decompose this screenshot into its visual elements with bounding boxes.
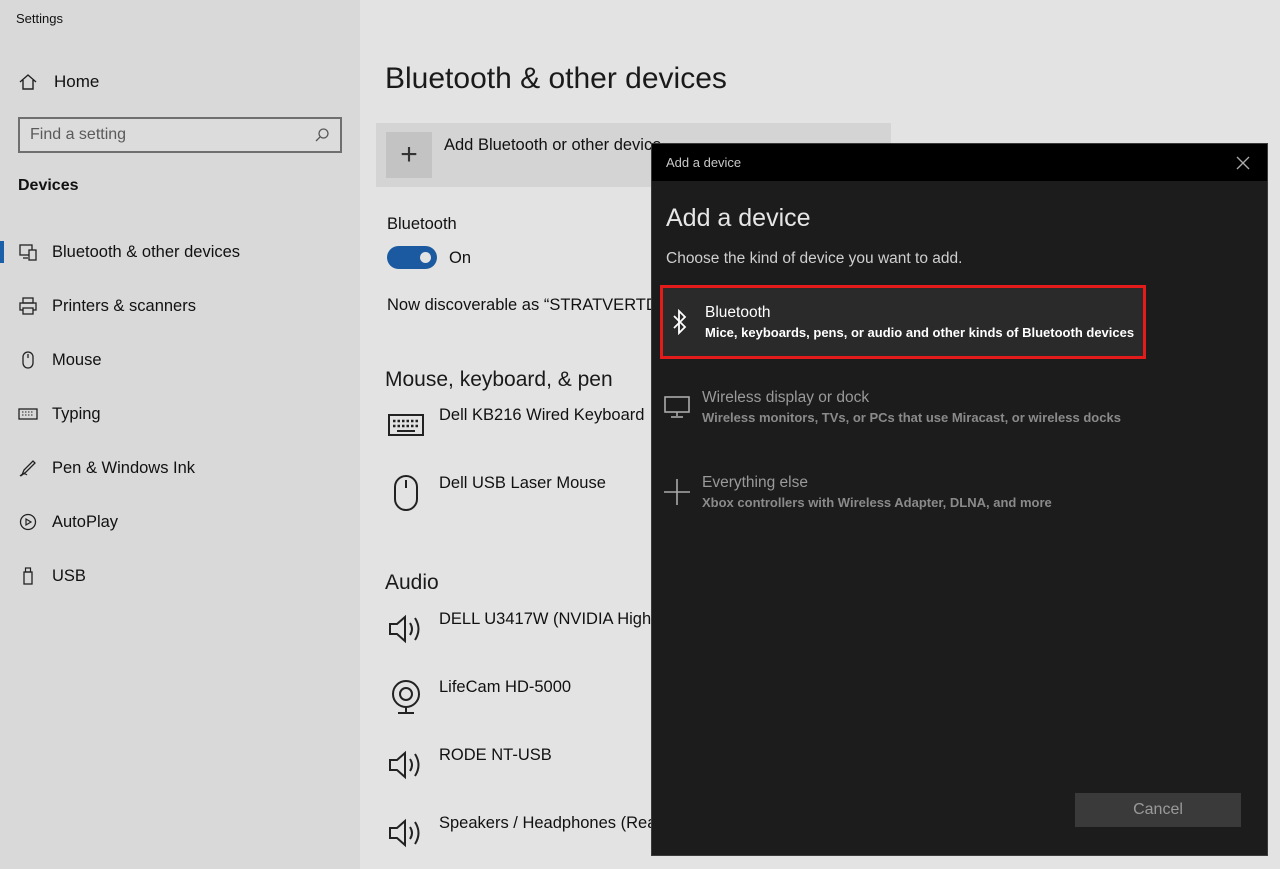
add-device-label: Add Bluetooth or other device: [444, 135, 662, 154]
bluetooth-toggle[interactable]: [387, 246, 437, 269]
section-label: Devices: [18, 177, 79, 194]
cancel-button[interactable]: Cancel: [1075, 793, 1241, 827]
sidebar-item-label: Typing: [52, 404, 101, 423]
dialog-subtitle: Choose the kind of device you want to ad…: [666, 250, 963, 267]
section-title-input: Mouse, keyboard, & pen: [385, 368, 613, 391]
dialog-titlebar: Add a device: [652, 144, 1267, 181]
bluetooth-devices-icon: [18, 242, 38, 262]
mouse-icon: [387, 474, 425, 512]
bluetooth-label: Bluetooth: [387, 215, 457, 233]
device-name: Speakers / Headphones (Rea: [439, 814, 657, 832]
close-icon[interactable]: [1233, 153, 1253, 173]
speaker-icon: [387, 610, 425, 648]
usb-icon: [18, 566, 38, 586]
device-name: LifeCam HD-5000: [439, 678, 572, 696]
home-icon: [19, 74, 37, 90]
sidebar-item-typing[interactable]: Typing: [0, 394, 360, 434]
printer-icon: [18, 296, 38, 316]
option-everything-else[interactable]: Everything else Xbox controllers with Wi…: [660, 455, 1146, 529]
option-name: Bluetooth: [705, 304, 771, 321]
device-item[interactable]: Dell KB216 Wired Keyboard: [387, 406, 644, 444]
keyboard-icon: [387, 406, 425, 444]
sidebar-item-autoplay[interactable]: AutoPlay: [0, 502, 360, 542]
sidebar-item-home[interactable]: Home: [18, 70, 99, 94]
toggle-state: On: [449, 249, 472, 267]
plus-icon: +: [386, 132, 432, 178]
section-title-audio: Audio: [385, 571, 439, 594]
sidebar-item-label: Mouse: [52, 350, 102, 369]
sidebar-item-bluetooth[interactable]: Bluetooth & other devices: [0, 232, 360, 272]
webcam-icon: [387, 678, 425, 716]
option-wireless-display[interactable]: Wireless display or dock Wireless monito…: [660, 370, 1146, 444]
device-item[interactable]: DELL U3417W (NVIDIA High: [387, 610, 651, 648]
search-input[interactable]: [30, 126, 314, 144]
sidebar-item-label: Bluetooth & other devices: [52, 242, 241, 261]
speaker-icon: [387, 814, 425, 852]
keyboard-icon: [18, 404, 38, 424]
dialog-titlebar-text: Add a device: [666, 155, 742, 170]
option-name: Wireless display or dock: [702, 389, 870, 406]
add-device-dialog: Add a device Add a device Choose the kin…: [651, 143, 1268, 856]
option-description: Xbox controllers with Wireless Adapter, …: [702, 495, 1052, 510]
device-name: DELL U3417W (NVIDIA High: [439, 610, 652, 628]
mouse-icon: [18, 350, 38, 370]
device-item[interactable]: Dell USB Laser Mouse: [387, 474, 606, 512]
speaker-icon: [387, 746, 425, 784]
dialog-heading: Add a device: [666, 204, 811, 232]
window-title: Settings: [16, 11, 63, 26]
sidebar-item-mouse[interactable]: Mouse: [0, 340, 360, 380]
discoverable-text: Now discoverable as “STRATVERTDE: [387, 296, 669, 314]
search-icon: [315, 128, 329, 142]
pen-icon: [18, 458, 38, 478]
bluetooth-icon: [663, 309, 697, 335]
search-box[interactable]: [18, 117, 342, 153]
sidebar-item-label: Home: [54, 72, 100, 91]
option-name: Everything else: [702, 474, 808, 491]
plus-icon: [660, 478, 694, 506]
device-name: Dell KB216 Wired Keyboard: [439, 406, 645, 424]
sidebar-item-printers[interactable]: Printers & scanners: [0, 286, 360, 326]
option-description: Mice, keyboards, pens, or audio and othe…: [705, 325, 1135, 340]
sidebar-item-pen[interactable]: Pen & Windows Ink: [0, 448, 360, 488]
sidebar: Settings Home Devices Bluetooth & other …: [0, 0, 360, 869]
autoplay-icon: [18, 512, 38, 532]
option-bluetooth[interactable]: Bluetooth Mice, keyboards, pens, or audi…: [660, 285, 1146, 359]
sidebar-item-label: Printers & scanners: [52, 296, 196, 315]
monitor-icon: [660, 395, 694, 419]
device-name: Dell USB Laser Mouse: [439, 474, 606, 492]
sidebar-item-label: AutoPlay: [52, 512, 119, 531]
device-item[interactable]: LifeCam HD-5000: [387, 678, 571, 716]
device-name: RODE NT-USB: [439, 746, 552, 764]
device-item[interactable]: RODE NT-USB: [387, 746, 552, 784]
page-title: Bluetooth & other devices: [385, 62, 727, 95]
sidebar-item-label: Pen & Windows Ink: [52, 458, 196, 477]
sidebar-item-label: USB: [52, 566, 86, 585]
device-item[interactable]: Speakers / Headphones (Rea: [387, 814, 656, 852]
option-description: Wireless monitors, TVs, or PCs that use …: [702, 410, 1121, 425]
sidebar-item-usb[interactable]: USB: [0, 556, 360, 596]
